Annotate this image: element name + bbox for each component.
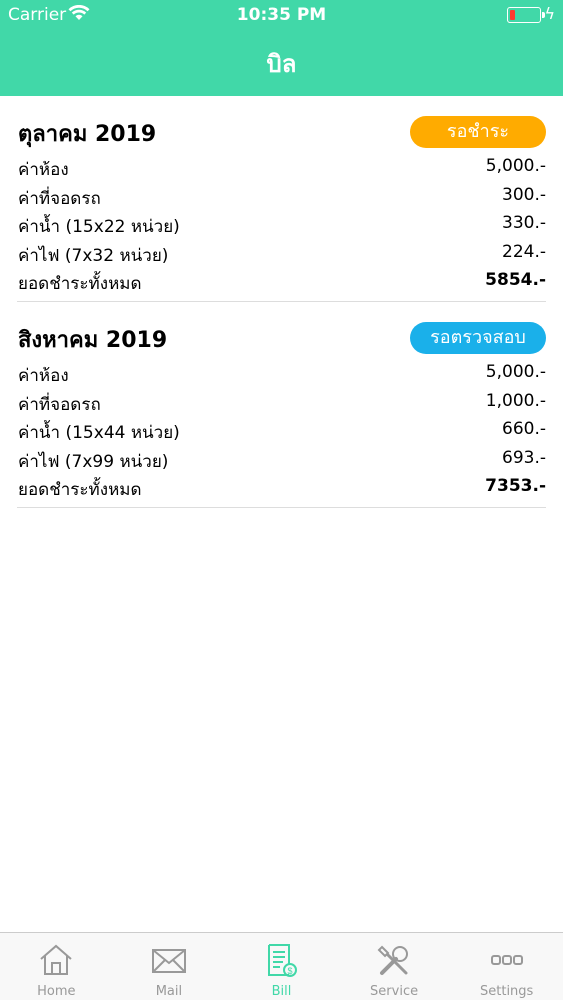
tab-bar: Home Mail $ Bill Service Settings [0, 932, 563, 1000]
status-bar: Carrier 10:35 PM ϟ [0, 0, 563, 30]
bill-item-row: ค่าน้ำ (15x44 หน่วย) 660.- [17, 415, 546, 444]
bill-total-row: ยอดชำระทั้งหมด 5854.- [17, 266, 546, 295]
bill-item-row: ค่าห้อง 5,000.- [17, 358, 546, 387]
tab-mail[interactable]: Mail [113, 933, 226, 1000]
item-label: ค่าน้ำ (15x22 หน่วย) [18, 217, 180, 238]
home-icon [40, 944, 72, 975]
item-amount: 1,000.- [485, 390, 546, 411]
more-icon [490, 955, 523, 965]
total-label: ยอดชำระทั้งหมด [18, 274, 142, 295]
bill-total-row: ยอดชำระทั้งหมด 7353.- [17, 472, 546, 501]
item-label: ค่าไฟ (7x32 หน่วย) [18, 245, 169, 266]
item-label: ค่าไฟ (7x99 หน่วย) [18, 451, 169, 472]
bill-month: สิงหาคม 2019 [18, 327, 168, 353]
tab-settings[interactable]: Settings [450, 933, 563, 1000]
tab-label: Service [370, 984, 419, 999]
item-amount: 5,000.- [485, 156, 546, 176]
total-amount: 5854.- [485, 270, 546, 291]
tab-label: Settings [480, 984, 534, 999]
bill-item-row: ค่าที่จอดรถ 300.- [17, 181, 546, 210]
tools-icon [377, 945, 409, 975]
bill-item-row: ค่าไฟ (7x99 หน่วย) 693.- [17, 444, 546, 473]
page-title: บิล [266, 50, 297, 78]
tab-label: Mail [155, 984, 183, 999]
clock: 10:35 PM [236, 5, 327, 25]
mail-icon [151, 949, 186, 973]
bill-item-row: ค่าห้อง 5,000.- [17, 152, 546, 181]
charging-icon: ϟ [544, 4, 555, 23]
svg-text:$: $ [288, 966, 293, 976]
bill-icon: $ [268, 944, 298, 977]
total-label: ยอดชำระทั้งหมด [18, 480, 142, 501]
total-amount: 7353.- [485, 476, 546, 497]
bill-card[interactable]: ตุลาคม 2019 รอชำระ ค่าห้อง 5,000.- ค่าที่… [17, 96, 546, 302]
tab-label: Bill [271, 984, 292, 999]
tab-bill[interactable]: $ Bill [225, 933, 338, 1000]
bill-item-row: ค่าไฟ (7x32 หน่วย) 224.- [17, 238, 546, 267]
item-amount: 693.- [502, 447, 546, 468]
item-label: ค่าที่จอดรถ [18, 394, 101, 415]
item-label: ค่าน้ำ (15x44 หน่วย) [18, 423, 180, 444]
item-amount: 224.- [502, 241, 546, 262]
bill-month: ตุลาคม 2019 [18, 122, 157, 147]
battery-icon [507, 7, 545, 23]
bill-item-row: ค่าที่จอดรถ 1,000.- [17, 387, 546, 416]
bill-item-row: ค่าน้ำ (15x22 หน่วย) 330.- [17, 209, 546, 238]
item-amount: 660.- [502, 419, 546, 440]
item-label: ค่าที่จอดรถ [18, 188, 101, 209]
status-badge: รอชำระ [410, 116, 546, 148]
tab-label: Home [37, 984, 76, 999]
app-header: Carrier 10:35 PM ϟ บิล [0, 0, 563, 96]
item-amount: 300.- [502, 184, 546, 205]
item-amount: 5,000.- [485, 361, 546, 382]
bill-card[interactable]: สิงหาคม 2019 รอตรวจสอบ ค่าห้อง 5,000.- ค่… [17, 302, 546, 508]
tab-home[interactable]: Home [0, 933, 113, 1000]
item-label: ค่าห้อง [18, 160, 69, 180]
status-badge: รอตรวจสอบ [410, 321, 546, 354]
item-label: ค่าห้อง [18, 365, 69, 386]
tab-service[interactable]: Service [338, 933, 451, 1000]
item-amount: 330.- [502, 213, 546, 234]
bill-list: ตุลาคม 2019 รอชำระ ค่าห้อง 5,000.- ค่าที่… [0, 96, 563, 508]
